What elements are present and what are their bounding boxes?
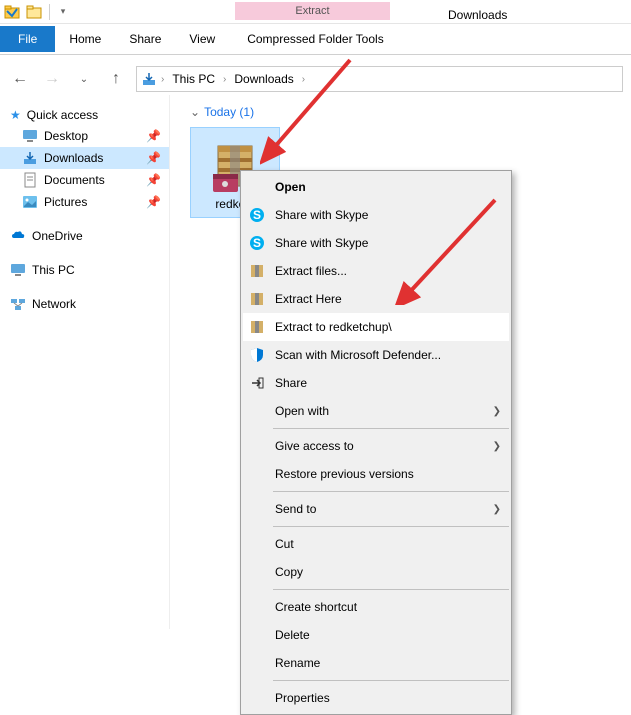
pictures-icon	[22, 194, 38, 210]
svg-text:S: S	[253, 208, 261, 222]
star-icon: ★	[10, 108, 21, 122]
sidebar-onedrive[interactable]: OneDrive	[0, 225, 169, 247]
breadcrumb-downloads[interactable]: Downloads	[230, 70, 297, 88]
sidebar-label: Pictures	[44, 195, 87, 209]
cm-extract-to[interactable]: Extract to redketchup\	[243, 313, 509, 341]
chevron-right-icon: ❯	[493, 504, 501, 515]
archive-icon	[247, 262, 267, 280]
cm-defender[interactable]: Scan with Microsoft Defender...	[243, 341, 509, 369]
sidebar-item-pictures[interactable]: Pictures 📌	[0, 191, 169, 213]
cm-extract-here[interactable]: Extract Here	[243, 285, 509, 313]
cm-cut[interactable]: Cut	[243, 530, 509, 558]
pin-icon: 📌	[146, 195, 161, 209]
share-icon	[247, 374, 267, 392]
sidebar-thispc[interactable]: This PC	[0, 259, 169, 281]
cm-properties[interactable]: Properties	[243, 684, 509, 712]
skype-icon: S	[247, 206, 267, 224]
back-button[interactable]: ←	[8, 67, 32, 91]
window-title: Downloads	[428, 2, 511, 28]
tab-compressed-tools[interactable]: Compressed Folder Tools	[233, 26, 398, 52]
thispc-icon	[10, 262, 26, 278]
chevron-icon[interactable]: ›	[161, 74, 164, 85]
sidebar-label: OneDrive	[32, 229, 83, 243]
sidebar-label: Desktop	[44, 129, 88, 143]
cm-give-access[interactable]: Give access to❯	[243, 432, 509, 460]
qat-divider	[49, 4, 50, 20]
documents-icon	[22, 172, 38, 188]
chevron-right-icon: ❯	[493, 406, 501, 417]
sidebar-network[interactable]: Network	[0, 293, 169, 315]
folder-qat-icon[interactable]	[24, 2, 44, 22]
qat-dropdown[interactable]: ▾	[53, 2, 73, 22]
cm-share[interactable]: Share	[243, 369, 509, 397]
chevron-icon[interactable]: ›	[223, 74, 226, 85]
menu-separator	[273, 428, 509, 429]
pin-icon: 📌	[146, 129, 161, 143]
onedrive-icon	[10, 228, 26, 244]
sidebar-label: Network	[32, 297, 76, 311]
pin-icon: 📌	[146, 173, 161, 187]
cm-rename[interactable]: Rename	[243, 649, 509, 677]
cm-delete[interactable]: Delete	[243, 621, 509, 649]
breadcrumb-bar[interactable]: › This PC › Downloads ›	[136, 66, 623, 92]
downloads-icon	[22, 150, 38, 166]
forward-button[interactable]: →	[40, 67, 64, 91]
menu-separator	[273, 526, 509, 527]
ribbon-tabs: File Home Share View Compressed Folder T…	[0, 24, 631, 52]
cm-open-with[interactable]: Open with❯	[243, 397, 509, 425]
sidebar-quick-access[interactable]: ★ Quick access	[0, 105, 169, 125]
sidebar-label: Documents	[44, 173, 105, 187]
pin-icon: 📌	[146, 151, 161, 165]
sidebar-label: Quick access	[27, 108, 98, 122]
menu-separator	[273, 680, 509, 681]
context-menu: Open SShare with Skype SShare with Skype…	[240, 170, 512, 715]
chevron-icon[interactable]: ›	[302, 74, 305, 85]
cm-restore[interactable]: Restore previous versions	[243, 460, 509, 488]
shield-icon	[247, 346, 267, 364]
sidebar-item-desktop[interactable]: Desktop 📌	[0, 125, 169, 147]
sidebar-item-downloads[interactable]: Downloads 📌	[0, 147, 169, 169]
skype-icon: S	[247, 234, 267, 252]
tab-share[interactable]: Share	[115, 26, 175, 52]
up-button[interactable]: ↑	[104, 67, 128, 91]
cm-copy[interactable]: Copy	[243, 558, 509, 586]
recent-locations[interactable]: ⌄	[72, 67, 96, 91]
ribbon-divider	[0, 54, 631, 55]
cm-extract-files[interactable]: Extract files...	[243, 257, 509, 285]
cm-skype2[interactable]: SShare with Skype	[243, 229, 509, 257]
network-icon	[10, 296, 26, 312]
group-header-today[interactable]: ⌄ Today (1)	[190, 105, 611, 119]
navigation-pane: ★ Quick access Desktop 📌 Downloads 📌 Doc…	[0, 95, 170, 629]
sidebar-item-documents[interactable]: Documents 📌	[0, 169, 169, 191]
menu-separator	[273, 589, 509, 590]
cm-send-to[interactable]: Send to❯	[243, 495, 509, 523]
cm-skype1[interactable]: SShare with Skype	[243, 201, 509, 229]
sidebar-label: This PC	[32, 263, 75, 277]
archive-icon	[247, 290, 267, 308]
tab-home[interactable]: Home	[55, 26, 115, 52]
cm-shortcut[interactable]: Create shortcut	[243, 593, 509, 621]
desktop-icon	[22, 128, 38, 144]
chevron-right-icon: ❯	[493, 441, 501, 452]
chevron-down-icon: ⌄	[190, 105, 200, 119]
downloads-icon	[141, 71, 157, 87]
archive-icon	[247, 318, 267, 336]
cm-open[interactable]: Open	[243, 173, 509, 201]
sidebar-label: Downloads	[44, 151, 103, 165]
tab-file[interactable]: File	[0, 26, 55, 52]
menu-separator	[273, 491, 509, 492]
breadcrumb-thispc[interactable]: This PC	[168, 70, 219, 88]
tab-view[interactable]: View	[175, 26, 229, 52]
explorer-icon[interactable]	[2, 2, 22, 22]
address-bar: ← → ⌄ ↑ › This PC › Downloads ›	[0, 63, 631, 95]
context-ribbon-header: Extract	[235, 2, 390, 20]
svg-text:S: S	[253, 236, 261, 250]
